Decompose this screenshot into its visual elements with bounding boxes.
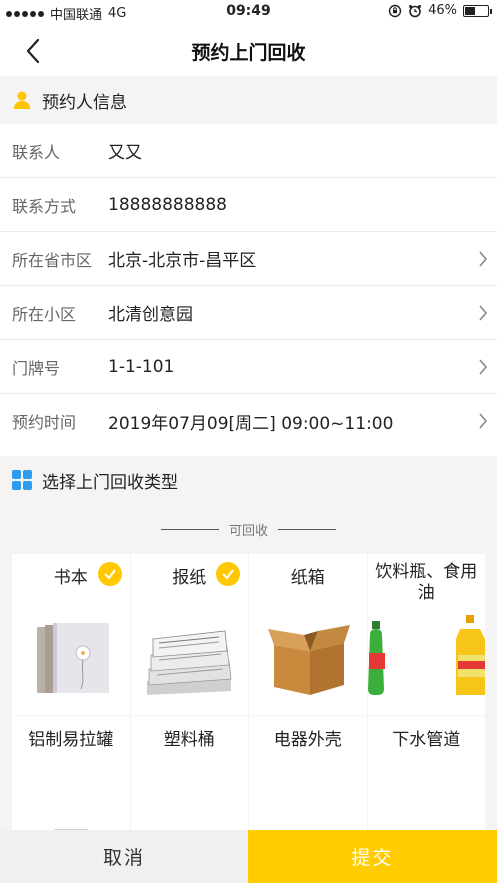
category-tile-books[interactable]: 书本	[12, 554, 130, 715]
chevron-right-icon	[469, 232, 497, 286]
community-row[interactable]: 所在小区 北清创意园	[0, 286, 497, 340]
divider-line	[278, 529, 336, 530]
house-number-value: 1-1-101	[108, 356, 175, 377]
checkmark-icon	[216, 562, 240, 586]
category-label: 下水管道	[392, 730, 461, 750]
bottles-oil-image	[367, 615, 485, 701]
category-label: 纸箱	[290, 568, 325, 588]
rotation-lock-icon	[388, 4, 402, 17]
community-value: 北清创意园	[108, 305, 193, 325]
carton-image	[266, 617, 350, 701]
chevron-right-icon	[469, 286, 497, 340]
status-bar: 中国联通 4G 09:49 46%	[0, 0, 497, 24]
category-grid: 书本 报纸 纸箱 饮料瓶、食用油 铝制易拉罐 塑料桶 电器外壳 下水管道	[12, 554, 485, 877]
bottom-action-bar: 取消 提交	[0, 830, 497, 883]
category-label: 电器外壳	[273, 730, 342, 750]
contact-phone-row[interactable]: 联系方式 18888888888	[0, 178, 497, 232]
house-number-label: 门牌号	[12, 358, 61, 378]
category-area: 可回收 书本 报纸 纸箱 饮料瓶、食用油 铝制易拉罐 塑料桶 电器外壳 下水管道	[0, 504, 497, 877]
category-section-header: 选择上门回收类型	[0, 456, 497, 504]
contact-name-value[interactable]: 又又	[108, 138, 497, 163]
category-label: 塑料桶	[163, 730, 215, 750]
category-tile-bottles-oil[interactable]: 饮料瓶、食用油	[367, 554, 485, 715]
recyclable-label: 可回收	[228, 524, 268, 539]
contact-name-row[interactable]: 联系人 又又	[0, 124, 497, 178]
contact-phone-value[interactable]: 18888888888	[108, 195, 497, 215]
chevron-right-icon	[469, 340, 497, 394]
cancel-button[interactable]: 取消	[0, 830, 248, 883]
newspaper-image	[143, 621, 235, 701]
appointment-time-value: 2019年07月09[周二] 09:00~11:00	[108, 413, 394, 434]
region-row[interactable]: 所在省市区 北京-北京市-昌平区	[0, 232, 497, 286]
category-label: 铝制易拉罐	[28, 730, 114, 750]
page-title: 预约上门回收	[191, 42, 306, 64]
region-label: 所在省市区	[12, 250, 93, 270]
house-number-row[interactable]: 门牌号 1-1-101	[0, 340, 497, 394]
chevron-right-icon	[469, 394, 497, 448]
category-section-title: 选择上门回收类型	[42, 472, 178, 493]
appointment-time-label: 预约时间	[12, 413, 77, 432]
community-label: 所在小区	[12, 304, 77, 324]
person-icon	[14, 91, 30, 109]
battery-percent: 46%	[428, 3, 457, 18]
status-right: 46%	[388, 3, 492, 18]
appointment-time-row[interactable]: 预约时间 2019年07月09[周二] 09:00~11:00	[0, 394, 497, 448]
category-label: 饮料瓶、食用油	[375, 562, 478, 603]
nav-bar: 预约上门回收	[0, 24, 497, 76]
category-tile-newspaper[interactable]: 报纸	[130, 554, 248, 715]
battery-icon	[463, 4, 492, 17]
books-image	[31, 617, 111, 701]
region-value: 北京-北京市-昌平区	[108, 251, 257, 271]
contact-name-label: 联系人	[12, 142, 61, 162]
grid-icon	[12, 470, 32, 490]
alarm-icon	[409, 4, 422, 17]
category-tile-carton[interactable]: 纸箱	[249, 554, 367, 715]
checkmark-icon	[97, 562, 122, 586]
contact-section-title: 预约人信息	[42, 92, 127, 113]
contact-phone-label: 联系方式	[12, 196, 77, 216]
divider-line	[160, 529, 219, 530]
contact-section-header: 预约人信息	[0, 76, 497, 124]
recyclable-divider: 可回收	[0, 520, 497, 539]
submit-button[interactable]: 提交	[248, 830, 497, 883]
